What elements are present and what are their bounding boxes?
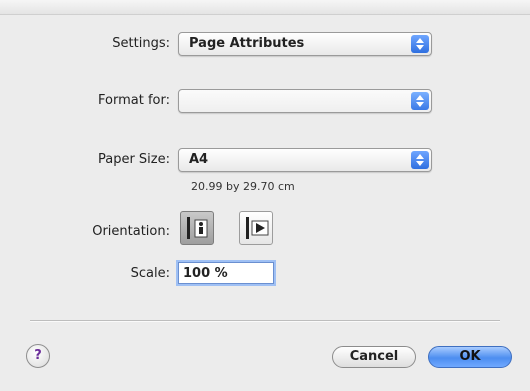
cancel-button[interactable]: Cancel xyxy=(332,346,416,368)
portrait-icon xyxy=(187,217,208,239)
ok-button[interactable]: OK xyxy=(428,346,512,368)
settings-value: Page Attributes xyxy=(189,36,305,51)
popup-arrows-icon xyxy=(411,151,429,169)
orientation-portrait-button[interactable] xyxy=(180,211,214,245)
paper-size-value: A4 xyxy=(189,152,209,167)
landscape-icon xyxy=(246,217,269,239)
divider xyxy=(30,320,500,322)
paper-dimensions: 20.99 by 29.70 cm xyxy=(191,180,295,193)
scale-input[interactable]: 100 % xyxy=(178,262,274,284)
help-button[interactable]: ? xyxy=(26,344,50,368)
window-top-strip xyxy=(0,0,530,15)
paper-size-popup[interactable]: A4 xyxy=(178,148,432,172)
scale-label: Scale: xyxy=(130,266,170,281)
paper-size-label: Paper Size: xyxy=(97,152,170,167)
format-for-label: Format for: xyxy=(98,93,170,108)
orientation-landscape-button[interactable] xyxy=(239,211,273,245)
orientation-label: Orientation: xyxy=(92,224,170,239)
format-for-popup[interactable] xyxy=(178,89,432,113)
popup-arrows-icon xyxy=(411,92,429,110)
popup-arrows-icon xyxy=(411,35,429,53)
settings-label: Settings: xyxy=(112,36,170,51)
settings-popup[interactable]: Page Attributes xyxy=(178,32,432,56)
